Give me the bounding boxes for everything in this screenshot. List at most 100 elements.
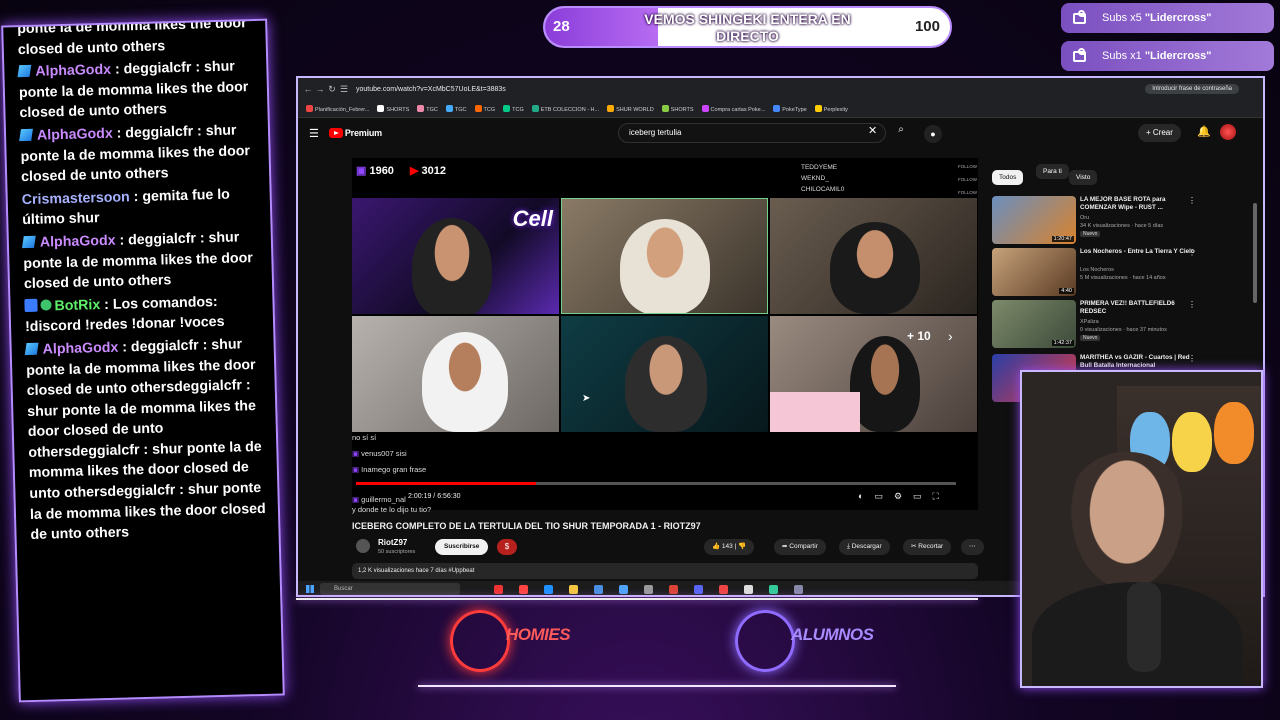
bookmark[interactable]: TCG <box>474 104 495 113</box>
app-icon[interactable] <box>744 584 753 594</box>
bookmark[interactable]: Perplexity <box>814 104 848 113</box>
avatar[interactable] <box>1220 124 1236 140</box>
search-icon[interactable]: ⌕ <box>890 124 912 142</box>
chrome-icon[interactable] <box>669 584 678 594</box>
stat-youtube: ▶ 3012 <box>410 164 446 177</box>
chip-watched[interactable]: Visto <box>1069 170 1098 185</box>
bookmark[interactable]: ETB COLECCION - H... <box>531 104 599 113</box>
opera-icon[interactable] <box>519 584 528 594</box>
edge-icon[interactable] <box>544 584 553 594</box>
bookmark-favicon-icon <box>503 104 511 112</box>
goal-current: 28 <box>553 18 570 35</box>
description-box[interactable]: 1,2 K visualizaciones hace 7 días #Uppbe… <box>352 563 978 579</box>
discord-icon[interactable] <box>694 584 703 594</box>
store-icon[interactable] <box>594 584 603 594</box>
app-icon[interactable] <box>794 584 803 594</box>
channel-name[interactable]: RiotZ97 <box>378 538 407 547</box>
chat-username[interactable]: AlphaGodx <box>42 340 118 358</box>
bookmark[interactable]: Compra cartas Poke... <box>701 104 765 113</box>
fullscreen-icon[interactable]: ⛶ <box>933 491 950 501</box>
kebab-menu-icon[interactable]: ⋮ <box>1188 248 1196 257</box>
chevron-right-icon[interactable]: › <box>948 328 953 344</box>
bookmark-favicon-icon <box>306 104 313 112</box>
url-field[interactable]: youtube.com/watch?v=XcMbC57UoLE&t=3883s <box>356 86 506 93</box>
new-badge: Nuevo <box>1080 335 1101 341</box>
notifications-icon[interactable]: 🔔 <box>1197 125 1211 138</box>
download-button[interactable]: ⤓ Descargar <box>839 539 890 555</box>
kebab-menu-icon[interactable]: ⋮ <box>1188 300 1196 309</box>
video-progress-bar[interactable] <box>356 482 956 485</box>
divider-line <box>296 598 978 600</box>
bookmark[interactable]: TGC <box>445 104 467 113</box>
subscribe-button[interactable]: Suscribirse <box>435 539 489 555</box>
chat-username[interactable]: AlphaGodx <box>40 233 116 251</box>
cam-cell <box>352 316 559 432</box>
channel-avatar[interactable] <box>356 539 370 553</box>
app-icon[interactable] <box>719 584 728 594</box>
recommendation-channel[interactable]: XPaliza <box>1080 318 1099 326</box>
settings-icon[interactable]: ⚙ <box>894 491 913 501</box>
more-actions-icon[interactable]: ⋯ <box>961 539 984 555</box>
create-button[interactable]: + Crear <box>1138 124 1181 142</box>
bookmark[interactable]: PokeType <box>773 104 807 113</box>
youtube-logo[interactable]: Premium <box>328 128 382 138</box>
clear-search-icon[interactable]: ✕ <box>868 124 877 137</box>
chat-username[interactable]: BotRix <box>54 297 100 314</box>
scrollbar[interactable] <box>1253 203 1257 303</box>
recommendation-channel[interactable]: Los Nocheros <box>1080 266 1114 274</box>
chat-username[interactable]: AlphaGodx <box>35 62 111 80</box>
bookmark[interactable]: TGC <box>417 104 438 113</box>
brave-icon[interactable] <box>494 584 503 594</box>
settings-app-icon[interactable] <box>644 584 653 594</box>
bookmark[interactable]: SHUR WORLD <box>607 104 654 113</box>
kebab-menu-icon[interactable]: ⋮ <box>1188 196 1196 205</box>
follow-label: FOLLOW <box>958 177 978 182</box>
recommendation-item[interactable]: 1:42:37 PRIMERA VEZ!! BATTLEFIELD6 REDSEC… <box>992 300 1212 350</box>
gem-badge-icon <box>19 128 33 142</box>
recommendation-channel[interactable]: Oru <box>1080 214 1089 222</box>
dislike-icon[interactable]: | 👎 <box>733 543 747 550</box>
recommendation-title[interactable]: PRIMERA VEZ!! BATTLEFIELD6 REDSEC <box>1080 300 1198 316</box>
app-icon[interactable] <box>619 584 628 594</box>
recommendation-item[interactable]: 4:40 Los Nocheros - Entre La Tierra Y Cie… <box>992 248 1212 298</box>
clip-button[interactable]: ✂ Recortar <box>903 539 952 555</box>
captions-icon[interactable]: ▭ <box>874 491 894 501</box>
like-button[interactable]: 👍 143 | 👎 <box>704 539 755 555</box>
search-input[interactable]: iceberg tertulia <box>618 123 886 143</box>
chip-for-you[interactable]: Para ti <box>1036 164 1069 179</box>
video-thumbnail[interactable]: 4:40 <box>992 248 1076 296</box>
folder-icon[interactable] <box>569 584 578 594</box>
bookmark[interactable]: TCG <box>503 104 524 113</box>
chat-username[interactable]: Crismastersoon <box>22 189 130 208</box>
mic-icon[interactable]: ● <box>924 125 942 143</box>
bookmark[interactable]: SHORTS <box>661 104 694 113</box>
autoplay-icon[interactable]: ◐ <box>858 491 874 501</box>
recommendation-title[interactable]: LA MEJOR BASE ROTA para COMENZAR Wipe - … <box>1080 196 1198 212</box>
back-icon[interactable]: ← <box>302 84 314 94</box>
video-thumbnail[interactable]: 1:20:47 <box>992 196 1076 244</box>
bookmark[interactable]: SHORTS <box>377 104 409 113</box>
reload-icon[interactable]: ↻ <box>326 84 338 95</box>
recommendation-title[interactable]: MARITHEA vs GAZIR - Cuartos | Red Bull B… <box>1080 354 1198 370</box>
share-button[interactable]: ➦ Compartir <box>774 539 826 555</box>
video-thumbnail[interactable]: 1:42:37 <box>992 300 1076 348</box>
bell-icon[interactable]: $ <box>497 539 517 555</box>
chip-all[interactable]: Todos <box>992 170 1024 185</box>
recommendation-title[interactable]: Los Nocheros - Entre La Tierra Y Cielo <box>1080 248 1198 256</box>
recommendation-item[interactable]: 1:20:47 LA MEJOR BASE ROTA para COMENZAR … <box>992 196 1212 246</box>
bookmark[interactable]: Planificación_Febrer... <box>306 104 369 113</box>
sub-alert-prefix: Subs x5 <box>1102 12 1145 24</box>
passphrase-button[interactable]: Introducir frase de contraseña <box>1145 84 1239 94</box>
windows-icon[interactable] <box>306 585 314 593</box>
kebab-menu-icon[interactable]: ⋮ <box>1188 354 1196 363</box>
youtube-icon: ▶ <box>410 165 422 177</box>
app-icon[interactable] <box>769 584 778 594</box>
chat-username[interactable]: AlphaGodx <box>37 126 113 144</box>
menu-icon[interactable]: ☰ <box>309 127 319 140</box>
bookmark-favicon-icon <box>607 104 615 112</box>
theater-icon[interactable]: ▭ <box>913 491 933 501</box>
site-info-icon[interactable]: ☰ <box>338 84 350 95</box>
forward-icon[interactable]: → <box>314 84 326 94</box>
streamer-name: WEKND_ <box>801 175 829 182</box>
taskbar-search[interactable]: Buscar <box>320 583 460 595</box>
